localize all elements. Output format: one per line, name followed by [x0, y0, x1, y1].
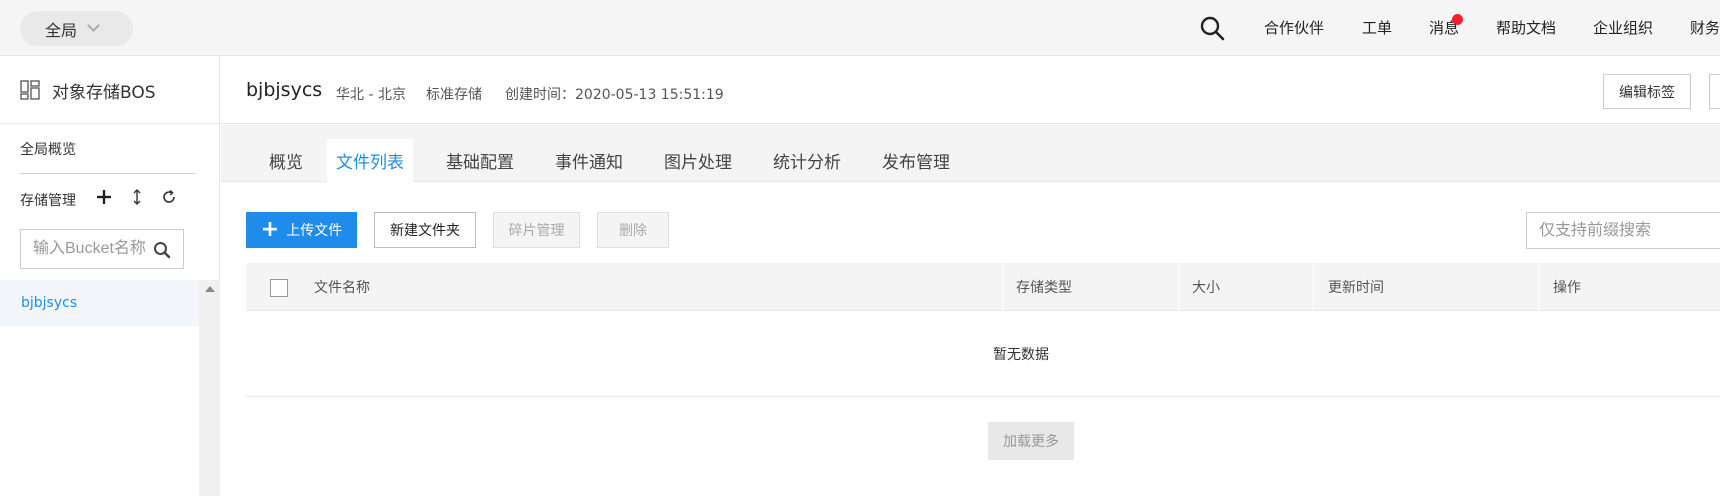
column-divider — [1002, 263, 1003, 311]
nav-tickets[interactable]: 工单 — [1362, 17, 1392, 38]
nav-help-docs[interactable]: 帮助文档 — [1496, 17, 1556, 38]
bucket-storage-class: 标准存储 — [426, 87, 482, 103]
sidebar-title: 对象存储BOS — [20, 78, 156, 103]
top-bar: 全局 合作伙伴 工单 消息 帮助文档 企业组织 财务 — [0, 0, 1720, 56]
column-divider — [1313, 263, 1314, 311]
select-all-checkbox[interactable] — [270, 279, 288, 297]
column-storage-type[interactable]: 存储类型 — [1016, 263, 1072, 311]
refresh-icon[interactable] — [160, 188, 178, 206]
column-updated-time[interactable]: 更新时间 — [1328, 263, 1384, 311]
region-label: 全局 — [45, 20, 78, 40]
fragment-mgmt-button[interactable]: 碎片管理 — [493, 212, 580, 248]
table-empty-state: 暂无数据 — [246, 312, 1720, 397]
new-folder-button[interactable]: 新建文件夹 — [374, 212, 476, 248]
column-size[interactable]: 大小 — [1192, 263, 1220, 311]
grid-icon — [20, 80, 40, 100]
bucket-name: bjbjsycs — [246, 79, 323, 101]
upload-file-button[interactable]: + 上传文件 — [246, 212, 357, 248]
divider — [20, 173, 195, 174]
tab-event-notify[interactable]: 事件通知 — [555, 139, 623, 182]
region-select[interactable]: 全局 — [20, 11, 133, 46]
load-more-button[interactable]: 加载更多 — [988, 422, 1074, 460]
nav-partners[interactable]: 合作伙伴 — [1264, 17, 1324, 38]
bucket-created-time: 创建时间：2020-05-13 15:51:19 — [505, 87, 724, 103]
tab-file-list[interactable]: 文件列表 — [327, 139, 413, 182]
add-bucket-icon[interactable] — [95, 188, 113, 206]
empty-text: 暂无数据 — [993, 347, 1049, 363]
column-divider — [1538, 263, 1539, 311]
prefix-search-input[interactable] — [1527, 213, 1717, 248]
search-icon[interactable] — [153, 241, 171, 259]
sidebar-storage-mgmt-label: 存储管理 — [20, 193, 76, 209]
sidebar: 对象存储BOS 全局概览 存储管理 bjbjsycs — [0, 56, 220, 496]
tab-publish-mgmt[interactable]: 发布管理 — [882, 139, 950, 182]
divider — [0, 123, 220, 124]
column-divider — [1178, 263, 1179, 311]
plus-icon: + — [260, 217, 280, 242]
search-icon[interactable] — [1199, 15, 1225, 41]
prefix-search-field[interactable] — [1526, 212, 1720, 249]
nav-finance[interactable]: 财务 — [1690, 17, 1720, 38]
tab-image-process[interactable]: 图片处理 — [664, 139, 732, 182]
tab-bar: 概览 文件列表 基础配置 事件通知 图片处理 统计分析 发布管理 — [221, 125, 1720, 182]
table-header: 文件名称 存储类型 大小 更新时间 操作 — [246, 263, 1720, 311]
sort-icon[interactable] — [128, 188, 146, 206]
edit-tag-button[interactable]: 编辑标签 — [1603, 74, 1691, 109]
column-actions: 操作 — [1553, 280, 1581, 296]
sidebar-item-overview[interactable]: 全局概览 — [20, 139, 76, 159]
chevron-down-icon — [87, 19, 100, 32]
sidebar-title-label: 对象存储BOS — [52, 82, 156, 103]
bucket-header: bjbjsycs 华北 - 北京 标准存储 创建时间：2020-05-13 15… — [221, 56, 1720, 124]
upload-file-label: 上传文件 — [286, 223, 343, 239]
bucket-search-input[interactable] — [21, 230, 151, 268]
tab-statistics[interactable]: 统计分析 — [773, 139, 841, 182]
tab-overview[interactable]: 概览 — [253, 139, 319, 182]
column-file-name[interactable]: 文件名称 — [314, 263, 370, 311]
tab-basic-config[interactable]: 基础配置 — [446, 139, 514, 182]
message-badge — [1452, 14, 1463, 25]
sidebar-bucket-item[interactable]: bjbjsycs — [0, 280, 199, 326]
sidebar-scrollbar[interactable] — [199, 280, 220, 496]
bucket-region: 华北 - 北京 — [336, 87, 406, 103]
delete-button[interactable]: 删除 — [597, 212, 669, 248]
bucket-search-field[interactable] — [20, 229, 184, 269]
scroll-up-icon[interactable] — [205, 286, 215, 292]
nav-organization[interactable]: 企业组织 — [1593, 17, 1653, 38]
more-button[interactable] — [1709, 74, 1720, 109]
